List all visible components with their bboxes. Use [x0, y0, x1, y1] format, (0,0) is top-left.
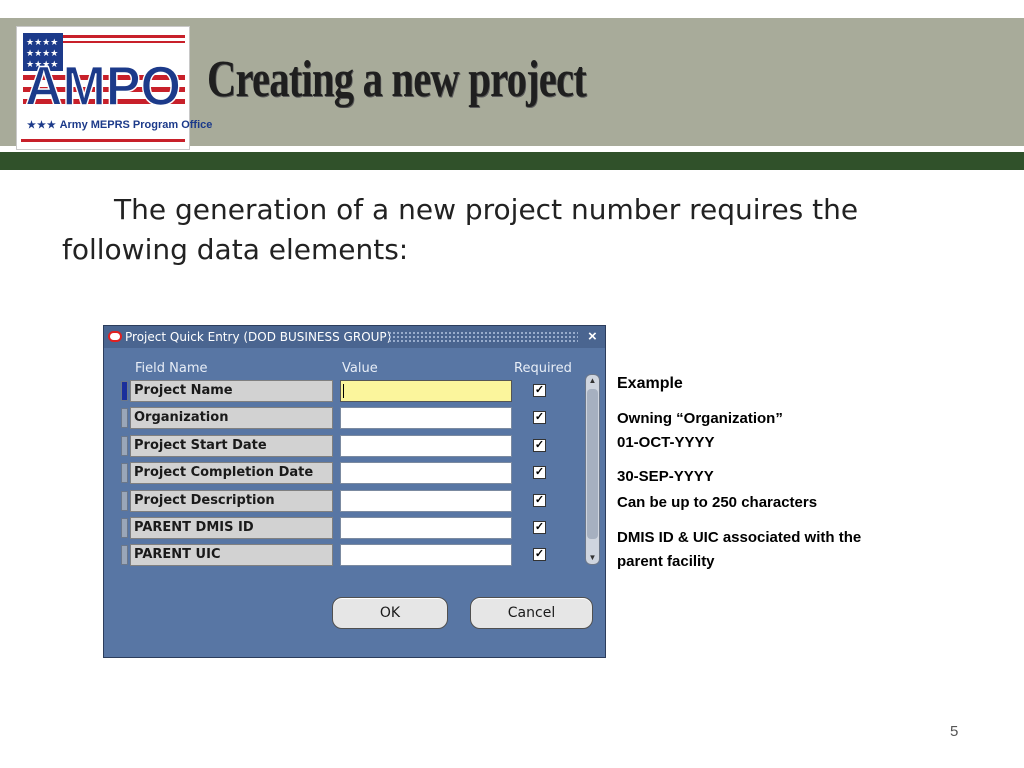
field-row-project-completion-date: Project Completion Date ✓ — [104, 460, 605, 486]
titlebar-grip — [388, 331, 578, 343]
field-label: Project Start Date — [130, 435, 333, 457]
example-start-date: 01-OCT-YYYY — [617, 434, 715, 451]
cancel-button[interactable]: Cancel — [470, 597, 593, 629]
required-checkbox[interactable]: ✓ — [533, 521, 546, 534]
row-selector[interactable] — [121, 436, 128, 456]
required-checkbox[interactable]: ✓ — [533, 548, 546, 561]
required-checkbox[interactable]: ✓ — [533, 494, 546, 507]
ampo-logo-graphic: ★★★★ ★★★★ ★★★★ AMPO — [23, 33, 185, 109]
slide-title: Creating a new project — [207, 51, 587, 108]
field-row-project-start-date: Project Start Date ✓ — [104, 433, 605, 459]
field-label: Project Description — [130, 490, 333, 512]
row-selector[interactable] — [121, 491, 128, 511]
required-checkbox[interactable]: ✓ — [533, 384, 546, 397]
field-row-project-description: Project Description ✓ — [104, 488, 605, 514]
field-row-parent-dmis-id: PARENT DMIS ID ✓ — [104, 515, 605, 541]
intro-paragraph: The generation of a new project number r… — [62, 190, 922, 270]
logo-underline — [21, 139, 185, 142]
oracle-icon — [108, 331, 122, 342]
logo-letters: AMPO — [25, 54, 181, 109]
project-description-input[interactable] — [340, 490, 512, 512]
example-completion-date: 30-SEP-YYYY — [617, 468, 714, 485]
scrollbar-thumb[interactable] — [587, 389, 598, 539]
example-heading: Example — [617, 375, 683, 392]
svg-text:★★★★: ★★★★ — [26, 38, 58, 48]
parent-dmis-id-input[interactable] — [340, 517, 512, 539]
organization-input[interactable] — [340, 407, 512, 429]
page-number: 5 — [950, 723, 959, 740]
scroll-down-arrow-icon[interactable]: ▼ — [587, 552, 598, 564]
field-label: PARENT UIC — [130, 544, 333, 566]
close-icon[interactable]: × — [588, 328, 597, 345]
field-label: Organization — [130, 407, 333, 429]
window-titlebar[interactable]: Project Quick Entry (DOD BUSINESS GROUP)… — [104, 326, 605, 348]
example-parent-ids: DMIS ID & UIC associated with the — [617, 529, 862, 546]
slide-header: ★★★★ ★★★★ ★★★★ AMPO ★★★ Army MEPRS Progr… — [0, 0, 1024, 170]
field-label: Project Completion Date — [130, 462, 333, 484]
required-checkbox[interactable]: ✓ — [533, 466, 546, 479]
field-row-parent-uic: PARENT UIC ✓ — [104, 542, 605, 568]
example-description: Can be up to 250 characters — [617, 494, 818, 511]
ok-button[interactable]: OK — [332, 597, 448, 629]
text-cursor — [343, 384, 344, 398]
vertical-scrollbar[interactable]: ▲ ▼ — [585, 374, 600, 565]
logo-stars: ★★★ — [27, 120, 57, 131]
row-selector[interactable] — [121, 518, 128, 538]
row-selector[interactable] — [121, 381, 128, 401]
project-completion-date-input[interactable] — [340, 462, 512, 484]
intro-text: The generation of a new project number r… — [62, 193, 859, 266]
column-header-required: Required — [514, 361, 572, 376]
example-organization: Owning “Organization” — [617, 410, 783, 427]
project-quick-entry-window: Project Quick Entry (DOD BUSINESS GROUP)… — [103, 325, 606, 658]
project-name-input[interactable] — [340, 380, 512, 402]
column-header-value: Value — [342, 361, 378, 376]
window-title: Project Quick Entry (DOD BUSINESS GROUP) — [125, 330, 392, 344]
field-label: Project Name — [130, 380, 333, 402]
field-row-project-name: Project Name ✓ — [104, 378, 605, 404]
header-green-bar — [0, 152, 1024, 170]
required-checkbox[interactable]: ✓ — [533, 411, 546, 424]
required-checkbox[interactable]: ✓ — [533, 439, 546, 452]
field-label: PARENT DMIS ID — [130, 517, 333, 539]
column-header-field-name: Field Name — [135, 361, 208, 376]
project-start-date-input[interactable] — [340, 435, 512, 457]
logo-caption: ★★★ Army MEPRS Program Office — [27, 119, 212, 131]
parent-uic-input[interactable] — [340, 544, 512, 566]
ampo-logo: ★★★★ ★★★★ ★★★★ AMPO ★★★ Army MEPRS Progr… — [16, 26, 212, 150]
example-parent-facility: parent facility — [617, 553, 715, 570]
row-selector[interactable] — [121, 545, 128, 565]
row-selector[interactable] — [121, 408, 128, 428]
logo-org-name: Army MEPRS Program Office — [59, 119, 213, 131]
field-row-organization: Organization ✓ — [104, 405, 605, 431]
row-selector[interactable] — [121, 463, 128, 483]
scroll-up-arrow-icon[interactable]: ▲ — [587, 375, 598, 387]
